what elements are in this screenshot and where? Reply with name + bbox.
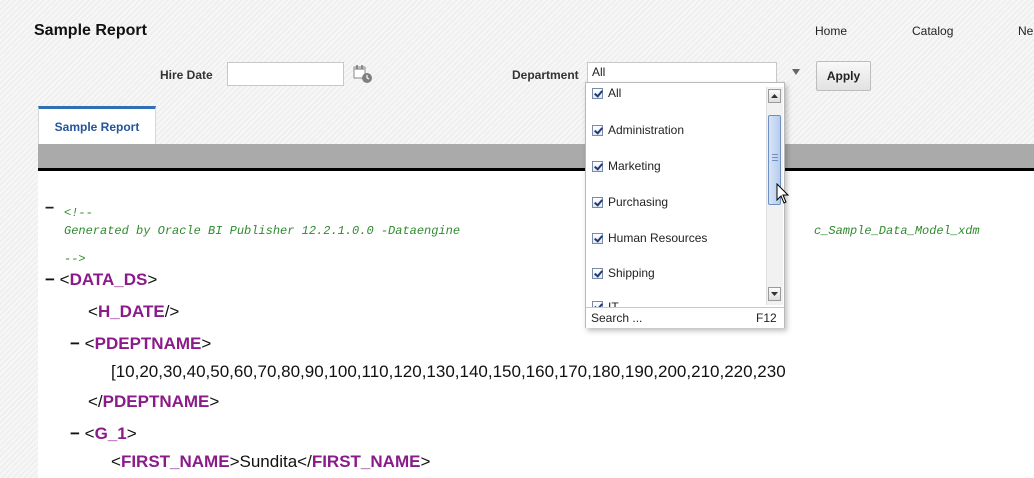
checkbox-checked-icon[interactable] — [592, 232, 603, 244]
nav-catalog-link[interactable]: Catalog — [912, 24, 953, 38]
dropdown-search-row[interactable]: Search ... F12 — [586, 307, 784, 328]
option-all[interactable]: All — [592, 83, 621, 103]
collapse-toggle[interactable]: − — [70, 424, 80, 443]
checkbox-checked-icon[interactable] — [592, 160, 603, 172]
xml-comment-tail: c_Sample_Data_Model_xdm — [814, 224, 980, 238]
nav-new-link[interactable]: Ne — [1018, 24, 1033, 38]
xml-pdeptname-open: − <PDEPTNAME> — [70, 334, 212, 353]
department-dropdown-list[interactable]: All Administration Marketing Purchasing … — [585, 82, 785, 328]
xml-tag: FIRST_NAME — [120, 452, 230, 471]
page-title: Sample Report — [34, 22, 147, 39]
xml-g1-open: − <G_1> — [70, 424, 137, 443]
xml-comment-close: --> — [64, 252, 86, 266]
nav-home-link[interactable]: Home — [815, 24, 847, 38]
checkbox-checked-icon[interactable] — [592, 124, 603, 136]
xml-data-ds-open: − <DATA_DS> — [45, 270, 158, 289]
collapse-toggle[interactable]: − — [45, 270, 55, 289]
collapse-toggle[interactable]: − — [70, 334, 80, 353]
xml-tag: PDEPTNAME — [94, 334, 202, 353]
xml-tag: H_DATE — [97, 302, 165, 321]
dropdown-search-shortcut: F12 — [756, 311, 777, 325]
department-select-value: All — [592, 65, 606, 79]
hire-date-label: Hire Date — [160, 68, 213, 82]
scroll-up-icon[interactable] — [768, 89, 781, 103]
option-it[interactable]: IT — [592, 297, 619, 307]
checkbox-checked-icon[interactable] — [592, 87, 603, 99]
calendar-icon[interactable] — [352, 64, 374, 84]
tab-sample-report[interactable]: Sample Report — [38, 106, 156, 144]
hire-date-input[interactable] — [227, 62, 344, 86]
xml-comment-text: Generated by Oracle BI Publisher 12.2.1.… — [64, 224, 461, 238]
xml-comment-open: <!-- — [64, 206, 93, 220]
xml-tag: DATA_DS — [69, 270, 148, 289]
apply-button[interactable]: Apply — [816, 61, 871, 91]
option-shipping[interactable]: Shipping — [592, 263, 655, 283]
xml-pdeptname-close: </PDEPTNAME> — [88, 392, 220, 411]
xml-pdeptname-value: [10,20,30,40,50,60,70,80,90,100,110,120,… — [111, 362, 786, 381]
dropdown-search-label[interactable]: Search ... — [591, 311, 642, 325]
department-label: Department — [512, 68, 579, 82]
xml-h-date: <H_DATE/> — [88, 302, 180, 321]
collapse-comment-toggle[interactable]: − — [45, 200, 54, 218]
checkbox-checked-icon[interactable] — [592, 196, 603, 208]
option-administration[interactable]: Administration — [592, 120, 684, 140]
option-purchasing[interactable]: Purchasing — [592, 192, 668, 212]
xml-tag: PDEPTNAME — [102, 392, 210, 411]
checkbox-checked-icon[interactable] — [592, 267, 603, 279]
xml-tag: G_1 — [94, 424, 127, 443]
mouse-cursor-icon — [776, 182, 790, 205]
chevron-down-icon[interactable] — [792, 69, 800, 75]
report-toolbar-bar — [38, 144, 1034, 168]
scroll-down-icon[interactable] — [768, 287, 781, 301]
option-marketing[interactable]: Marketing — [592, 156, 661, 176]
option-human-resources[interactable]: Human Resources — [592, 228, 707, 248]
xml-tag: FIRST_NAME — [311, 452, 421, 471]
report-viewer — [38, 144, 1034, 478]
xml-first-name: <FIRST_NAME>Sundita</FIRST_NAME> — [111, 452, 431, 471]
report-divider — [38, 168, 1034, 171]
